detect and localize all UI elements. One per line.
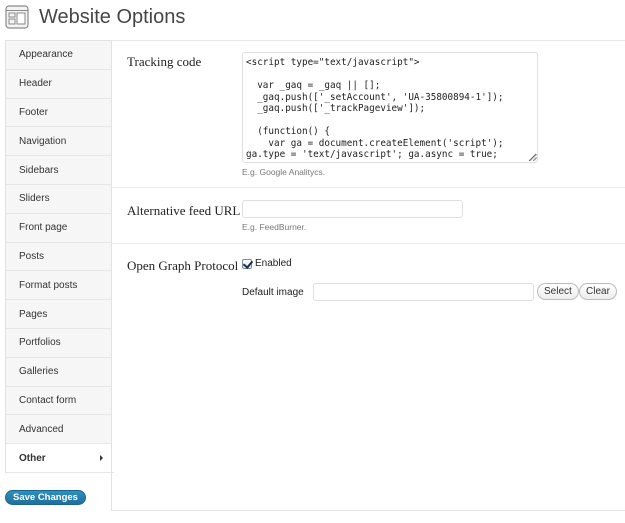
sidebar-item-label: Sidebars bbox=[19, 164, 59, 176]
sidebar-item-label: Format posts bbox=[19, 279, 78, 291]
default-image-input[interactable] bbox=[313, 283, 534, 301]
sidebar-item-advanced[interactable]: Advanced bbox=[6, 415, 112, 445]
tracking-code-textarea[interactable]: <script type="text/javascript"> var _gaq… bbox=[242, 52, 538, 163]
sidebar-item-posts[interactable]: Posts bbox=[6, 242, 112, 272]
feed-url-hint: E.g. FeedBurner. bbox=[242, 222, 307, 232]
sidebar-item-label: Pages bbox=[19, 308, 48, 320]
sidebar-item-label: Advanced bbox=[19, 423, 64, 435]
tracking-code-hint: E.g. Google Analitycs. bbox=[242, 167, 326, 177]
open-graph-enabled[interactable]: Enabled bbox=[242, 258, 292, 269]
sidebar-item-label: Portfolios bbox=[19, 337, 61, 349]
options-sidebar: Appearance Header Footer Navigation Side… bbox=[5, 40, 114, 473]
sidebar-item-format-posts[interactable]: Format posts bbox=[6, 271, 112, 301]
sidebar-item-galleries[interactable]: Galleries bbox=[6, 357, 112, 387]
sidebar-item-sidebars[interactable]: Sidebars bbox=[6, 156, 112, 185]
sidebar-item-label: Posts bbox=[19, 250, 45, 262]
default-image-label: Default image bbox=[242, 287, 304, 298]
page-title: Website Options bbox=[39, 5, 186, 28]
sidebar-item-sliders[interactable]: Sliders bbox=[6, 184, 112, 214]
sidebar-item-label: Galleries bbox=[19, 366, 59, 378]
sidebar-item-portfolios[interactable]: Portfolios bbox=[6, 328, 112, 358]
sidebar-item-label: Other bbox=[19, 452, 46, 464]
sidebar-item-label: Navigation bbox=[19, 135, 67, 147]
sidebar-item-label: Contact form bbox=[19, 394, 77, 406]
options-panel: Tracking code <script type="text/javascr… bbox=[111, 40, 625, 511]
chevron-right-icon bbox=[100, 455, 103, 462]
sidebar-item-pages[interactable]: Pages bbox=[6, 300, 112, 329]
enabled-checkbox[interactable] bbox=[242, 258, 252, 269]
sidebar-item-label: Sliders bbox=[19, 193, 50, 205]
sidebar-item-label: Footer bbox=[19, 106, 48, 118]
sidebar-item-navigation[interactable]: Navigation bbox=[6, 127, 112, 157]
sidebar-item-header[interactable]: Header bbox=[6, 69, 112, 99]
save-changes-button[interactable]: Save Changes bbox=[5, 490, 86, 505]
resize-handle-icon[interactable] bbox=[530, 154, 537, 161]
sidebar-item-footer[interactable]: Footer bbox=[6, 98, 112, 128]
feed-url-label: Alternative feed URL bbox=[127, 203, 241, 218]
enabled-checkbox-label: Enabled bbox=[255, 258, 292, 269]
feed-url-input[interactable] bbox=[242, 200, 463, 218]
sidebar-item-front-page[interactable]: Front page bbox=[6, 213, 112, 243]
divider bbox=[112, 187, 625, 188]
sidebar-item-contact-form[interactable]: Contact form bbox=[6, 386, 112, 416]
sidebar-item-appearance[interactable]: Appearance bbox=[6, 41, 112, 70]
open-graph-label: Open Graph Protocol bbox=[127, 258, 239, 273]
sidebar-item-label: Appearance bbox=[19, 49, 73, 61]
sidebar-item-label: Header bbox=[19, 78, 52, 90]
tracking-code-label: Tracking code bbox=[127, 54, 202, 69]
divider bbox=[112, 243, 625, 244]
options-panel-icon bbox=[5, 5, 29, 29]
select-image-button[interactable]: Select bbox=[537, 283, 579, 300]
sidebar-item-label: Front page bbox=[19, 222, 68, 234]
clear-image-button[interactable]: Clear bbox=[579, 283, 617, 300]
page-header: Website Options bbox=[5, 2, 185, 32]
sidebar-item-other[interactable]: Other bbox=[6, 444, 114, 473]
